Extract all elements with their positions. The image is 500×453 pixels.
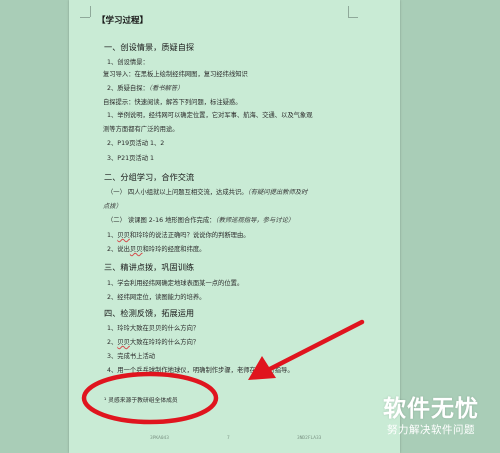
watermark-logo: 软件无忧 努力解决软件问题 — [372, 395, 490, 437]
s1-hint: 自探提示：快速阅读，解答下列问题，标注疑惑。 — [103, 99, 242, 106]
s1-question-2: 2、P19页活动 1、2 — [107, 140, 165, 147]
s3-question-1: 1、学会利用经纬网确定地球表面某一点的位置。 — [107, 280, 244, 287]
s1-question-1: 1、举例说明，经纬网可以确定位置，它对军事、航海、交通、以及气象观 — [107, 112, 313, 119]
crop-mark-top-left — [90, 6, 91, 17]
s2-item-2-note: （教师巡视指导，参与讨论） — [215, 217, 295, 224]
s2-item-1: （一） 四人小组就以上问题互相交流，达成共识。（有疑问提出教师及时 — [107, 189, 307, 197]
s2-q1-num: 1、 — [107, 232, 118, 239]
s1-item-2-label: 2、质疑自探： — [107, 85, 149, 92]
document-viewer: 【学习过程】 一、创设情景，质疑自探 1、创设情景： 复习导入：在黑板上绘制经纬… — [0, 0, 500, 453]
section-2-title: 二、分组学习，合作交流 — [104, 172, 195, 182]
s2-item-2: （二） 读课图 2-16 地形图合作完成：（教师巡视指导，参与讨论） — [107, 217, 294, 225]
crop-mark-top-right — [348, 6, 349, 17]
s2-question-1: 1、贝贝和玲玲的说法正确吗？说说你的判断理由。 — [107, 232, 250, 240]
section-1-title: 一、创设情景，质疑自探 — [104, 42, 195, 52]
document-page[interactable]: 【学习过程】 一、创设情景，质疑自探 1、创设情景： 复习导入：在黑板上绘制经纬… — [69, 0, 400, 453]
s4-question-2: 2、贝贝大致在玲玲的什么方向？ — [107, 339, 199, 347]
s2-q2-num: 2、说出 — [107, 246, 130, 253]
s2-item-1-text: （一） 四人小组就以上问题互相交流，达成共识。 — [107, 189, 248, 196]
watermark-subtitle: 努力解决软件问题 — [387, 424, 475, 436]
doc-heading: 【学习过程】 — [97, 16, 149, 26]
crop-mark-top-left — [80, 17, 90, 18]
s2-q1-rest: 和玲玲的说法正确吗？说说你的判断理由。 — [129, 232, 250, 239]
footnote: ¹ 灵感来源于教研组全体成员 — [104, 398, 178, 404]
s4-q2-rest: 大致在玲玲的什么方向？ — [129, 339, 200, 346]
section-3-title: 三、精讲点拨，巩固训练 — [104, 262, 195, 272]
s1-item-2: 2、质疑自探：（看书解答） — [107, 85, 183, 93]
s4-q2-underlined: 贝贝 — [117, 339, 130, 346]
section-4-title: 四、检测反馈，拓展运用 — [104, 308, 195, 318]
footer-page-number: 7 — [227, 436, 230, 441]
s3-question-2: 2、经纬网定位，读图能力的培养。 — [107, 294, 206, 301]
s4-question-3: 3、完成书上活动 — [107, 353, 156, 360]
s4-question-1: 1、玲玲大致在贝贝的什么方向？ — [107, 325, 200, 332]
s2-item-1-note-cont: 点拨） — [103, 203, 122, 210]
s4-question-4: 4、用一个乒乓球制作地球仪，明确制作步骤，老师在边进行指导。 — [107, 367, 294, 374]
s2-question-2: 2、说出贝贝和玲玲的经度和纬度。 — [107, 246, 205, 254]
s1-item-2-note: （看书解答） — [148, 85, 184, 92]
s1-review: 复习导入：在黑板上绘制经纬网图，复习经纬线知识 — [103, 71, 248, 78]
s1-question-3: 3、P21页活动 1 — [107, 155, 155, 162]
s2-q1-underlined: 贝贝 — [117, 232, 130, 239]
s2-item-2-text: （二） 读课图 2-16 地形图合作完成： — [107, 217, 216, 224]
footer-right-code: 3ND2FLA33 — [297, 436, 322, 441]
crop-mark-top-right — [348, 17, 358, 18]
watermark-title: 软件无忧 — [383, 396, 479, 422]
s2-q2-underlined: 贝贝 — [129, 246, 143, 253]
s2-q2-rest: 和玲玲的经度和纬度。 — [142, 246, 206, 253]
s2-item-1-note: （有疑问提出教师及时 — [247, 189, 308, 196]
s1-item-1: 1、创设情景： — [107, 59, 149, 66]
s4-q2-num: 2、 — [107, 339, 118, 346]
s1-question-1-cont: 测等方面都有广泛的用途。 — [103, 126, 179, 133]
footer-left-code: 3PKA043 — [150, 436, 169, 441]
